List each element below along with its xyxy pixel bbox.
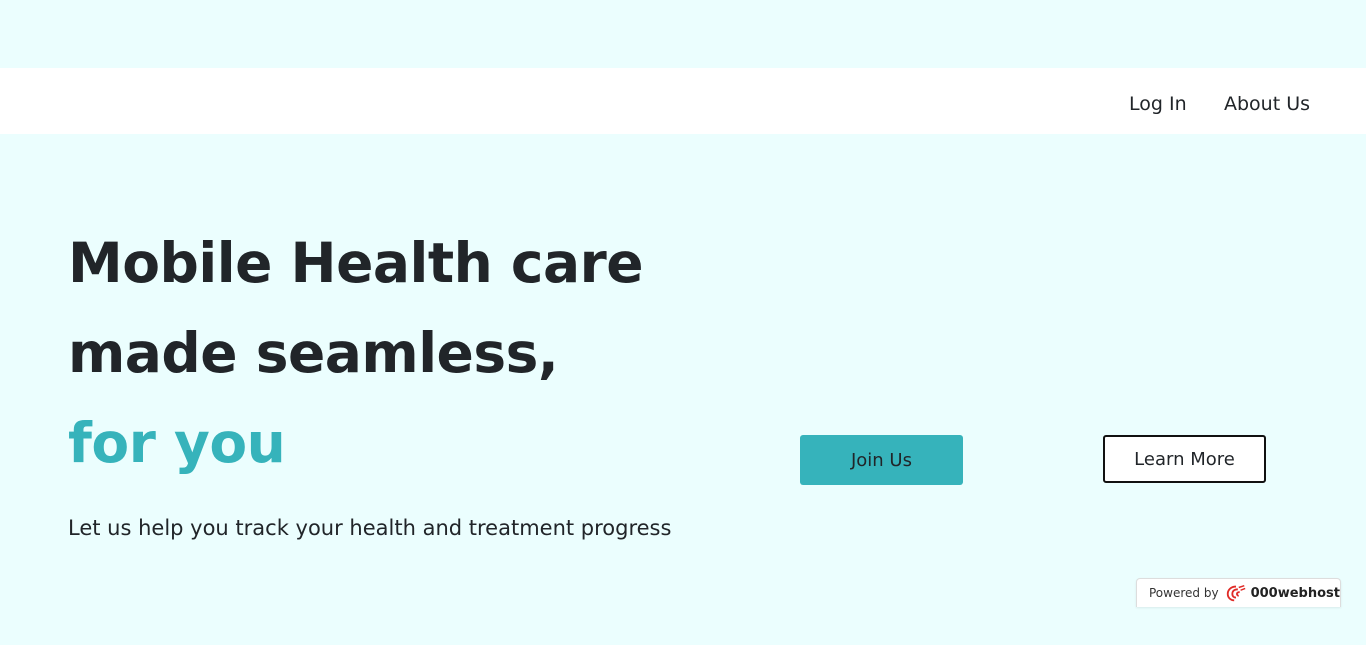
login-link[interactable]: Log In bbox=[1129, 92, 1187, 116]
navbar: Log In About Us bbox=[0, 68, 1366, 134]
powered-by-text: Powered by bbox=[1149, 586, 1219, 600]
learn-more-button[interactable]: Learn More bbox=[1103, 435, 1266, 483]
powered-by-badge[interactable]: Powered by 000webhost bbox=[1136, 578, 1341, 607]
hero-title-accent: for you bbox=[68, 411, 286, 475]
about-us-link[interactable]: About Us bbox=[1224, 92, 1310, 116]
hero-title-line-2: made seamless, bbox=[68, 321, 559, 385]
000webhost-logo-icon bbox=[1226, 584, 1246, 602]
powered-by-brand: 000webhost bbox=[1250, 585, 1340, 601]
hero-subtitle: Let us help you track your health and tr… bbox=[68, 516, 672, 540]
join-us-button[interactable]: Join Us bbox=[800, 435, 963, 485]
hero-title-line-1: Mobile Health care bbox=[68, 231, 644, 295]
